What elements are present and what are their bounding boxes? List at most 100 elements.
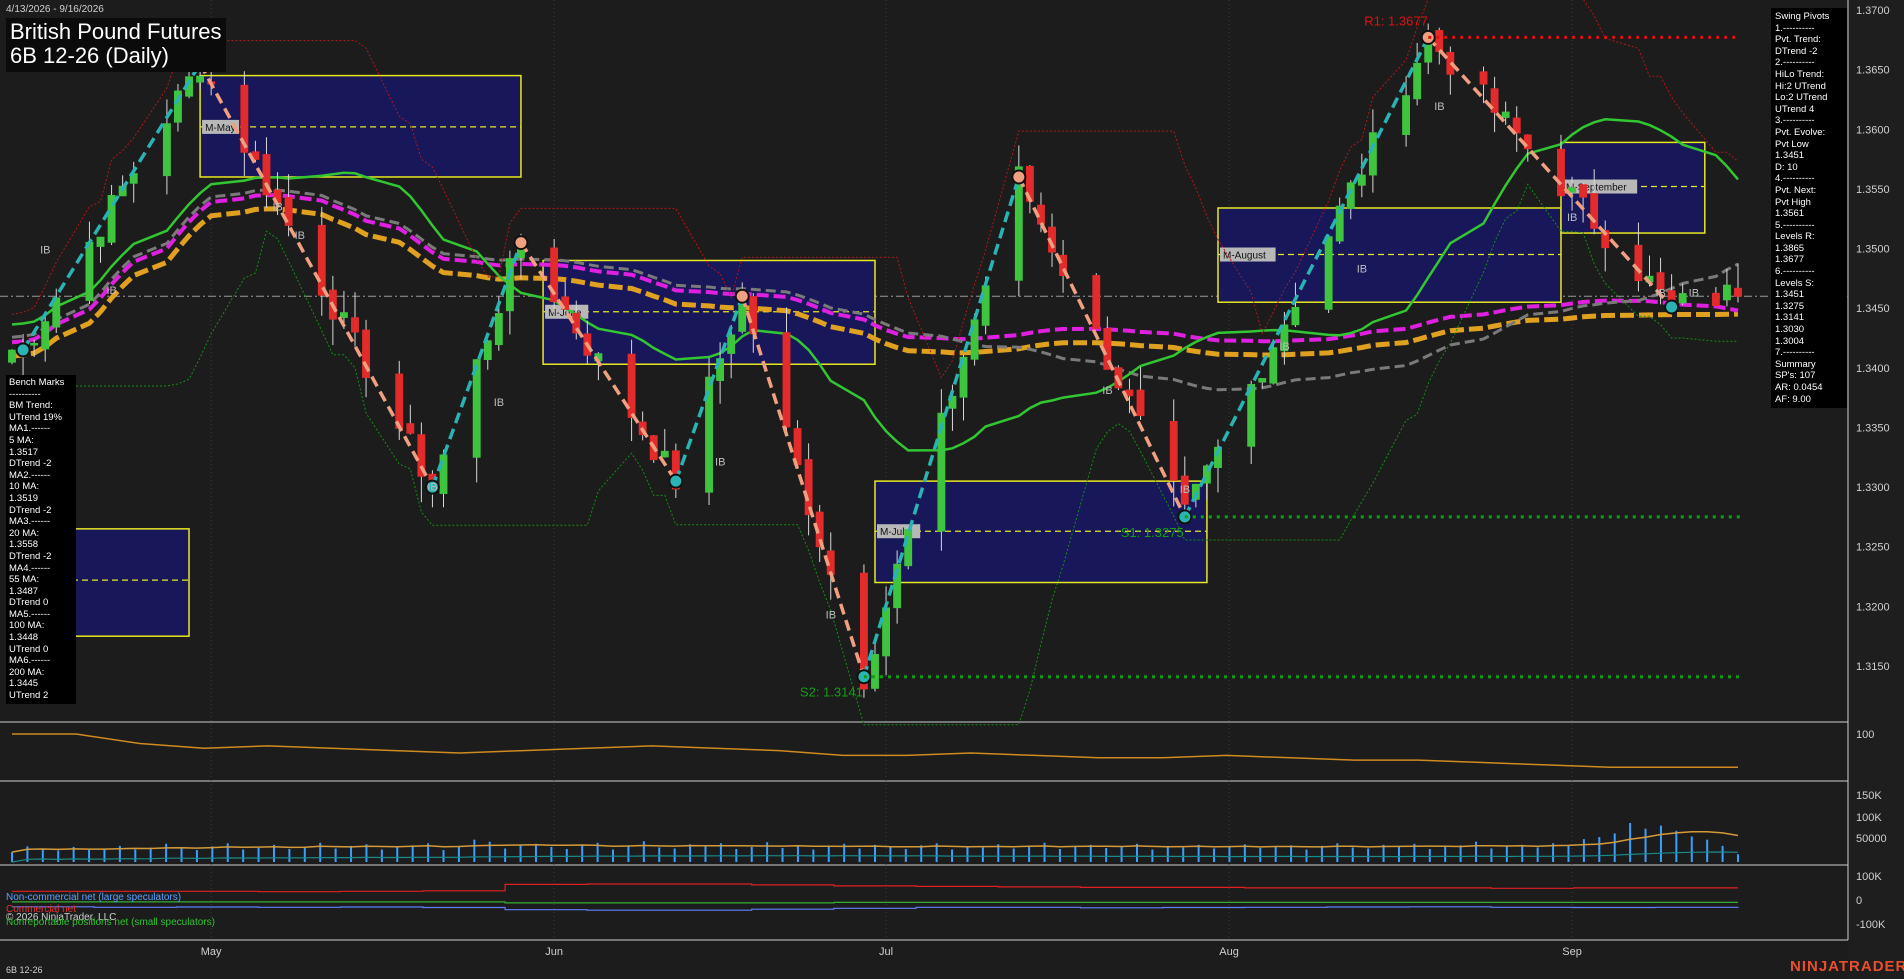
swing-pivots-line: UTrend 4 <box>1775 103 1815 115</box>
swing-pivots-panel: Swing Pivots 1.---------- Pvt. Trend: DTren… <box>1771 8 1847 409</box>
bull-candle <box>41 321 50 350</box>
volume-tick: 100K <box>1856 812 1882 824</box>
chart-title: British Pound Futures <box>10 19 222 44</box>
bench-marks-line: UTrend 2 <box>9 690 49 702</box>
volume-tick: 150K <box>1856 790 1882 802</box>
bench-marks-line: 10 MA: <box>9 481 40 493</box>
bench-marks-line: 20 MA: <box>9 527 40 539</box>
ib-marker: IB <box>1434 101 1444 113</box>
bull-candle <box>1258 378 1267 383</box>
swing-pivots-line: 1.3030 <box>1775 324 1805 336</box>
bench-marks-line: DTrend -2 <box>9 504 52 516</box>
y-tick-label: 1.3350 <box>1856 422 1890 434</box>
ib-marker: IB <box>272 201 282 213</box>
bear-candle <box>1169 421 1178 481</box>
ib-marker: IB <box>107 285 117 297</box>
bull-candle <box>1368 132 1377 176</box>
swing-pivots-line: Swing Pivots <box>1775 11 1830 22</box>
swing-pivots-line: 1.3451 <box>1775 289 1805 301</box>
bench-marks-line: 1.3517 <box>9 446 39 458</box>
swing-pivots-line: 3.---------- <box>1775 115 1815 127</box>
bull-candle <box>196 75 205 83</box>
ib-marker: IB <box>1357 263 1367 275</box>
bull-candle <box>8 349 16 363</box>
bull-candle <box>727 334 736 354</box>
bull-candle <box>904 529 913 567</box>
bench-marks-line: 1.3519 <box>9 492 39 504</box>
y-tick-label: 1.3450 <box>1856 303 1890 315</box>
ib-marker: IB <box>494 397 504 409</box>
legend-nonreportable: Nonreportable positions net (small specu… <box>6 917 215 928</box>
bench-marks-line: UTrend 0 <box>9 643 49 655</box>
bull-candle <box>1269 347 1278 384</box>
bench-marks-line: DTrend 0 <box>9 597 49 609</box>
bear-candle <box>1734 287 1742 297</box>
swing-pivots-line: 1.3865 <box>1775 242 1805 254</box>
ib-marker: IB <box>715 457 725 469</box>
monthly-box-label: M-May <box>205 123 236 134</box>
y-tick-label: 1.3400 <box>1856 363 1890 375</box>
swing-pivots-line: 1.---------- <box>1775 22 1815 34</box>
swing-pivots-line: HiLo Trend: <box>1775 68 1825 80</box>
price-chart[interactable]: M-MayM-JuneM-JulyM-AugustM-September R1:… <box>0 0 1904 979</box>
swing-pivots-line: 7.---------- <box>1775 347 1815 359</box>
bear-candle <box>395 373 404 429</box>
bench-marks-line: 1.3448 <box>9 632 39 644</box>
chart-subtitle: 6B 12-26 (Daily) <box>10 43 169 68</box>
bench-marks-line: 55 MA: <box>9 574 40 586</box>
swing-pivots-line: Lo:2 UTrend <box>1775 92 1828 104</box>
bull-candle <box>494 313 503 346</box>
bench-marks-line: 1.3487 <box>9 585 39 597</box>
bear-candle <box>351 317 359 333</box>
swing-pivots-line: Levels S: <box>1775 277 1815 289</box>
bear-candle <box>1579 184 1588 198</box>
date-range: 4/13/2026 - 9/16/2026 <box>6 4 104 15</box>
bench-marks-line: 1.3558 <box>9 539 39 551</box>
bench-marks-line: MA5.------ <box>9 608 51 620</box>
cot-tick: 0 <box>1856 895 1862 907</box>
bear-candle <box>1136 389 1145 417</box>
swing-pivots-line: 1.3677 <box>1775 254 1805 266</box>
swing-pivots-line: Summary <box>1775 358 1816 370</box>
cot-tick: -100K <box>1856 919 1886 931</box>
bear-candle <box>1435 30 1444 52</box>
ib-marker: IB <box>1180 484 1190 496</box>
bull-candle <box>30 343 39 346</box>
swing-high-marker <box>734 288 750 304</box>
oscillator-tick: 100 <box>1856 729 1874 741</box>
swing-pivots-line: AF: 9.00 <box>1775 393 1811 405</box>
bear-candle <box>782 332 791 428</box>
y-tick-label: 1.3150 <box>1856 661 1890 673</box>
y-tick-label: 1.3250 <box>1856 542 1890 554</box>
x-tick-label: Sep <box>1562 946 1582 958</box>
bull-candle <box>1501 111 1510 118</box>
bench-marks-line: Bench Marks <box>9 377 65 388</box>
swing-pivots-line: 6.---------- <box>1775 266 1815 278</box>
bull-candle <box>339 312 348 318</box>
x-tick-label: Jun <box>545 946 563 958</box>
bull-candle <box>505 258 514 312</box>
bench-marks-line: MA3.------ <box>9 516 51 528</box>
swing-low-marker <box>668 473 684 489</box>
x-tick-label: May <box>201 946 222 958</box>
x-tick-label: Aug <box>1219 946 1239 958</box>
swing-pivots-line: Pvt. Trend: <box>1775 34 1821 46</box>
bear-candle <box>317 224 326 296</box>
swing-pivots-line: 2.---------- <box>1775 57 1815 69</box>
ib-marker: IB <box>1567 212 1577 224</box>
bull-candle <box>1291 306 1300 326</box>
bench-marks-line: BM Trend: <box>9 400 53 412</box>
ib-marker: IB <box>1102 385 1112 397</box>
swing-pivots-line: Levels R: <box>1775 231 1815 243</box>
bear-candle <box>1092 275 1101 329</box>
ib-marker: IB <box>826 609 836 621</box>
bull-candle <box>882 607 891 657</box>
cot-tick: 100K <box>1856 871 1882 883</box>
level-label: S1: 1.3275 <box>1121 525 1184 540</box>
bench-marks-line: MA1.------ <box>9 423 51 435</box>
bull-candle <box>1678 293 1687 304</box>
bull-candle <box>1722 284 1731 301</box>
swing-pivots-line: DTrend -2 <box>1775 45 1818 57</box>
legend-noncommercial: Non-commercial net (large speculators) <box>6 892 182 903</box>
swing-high-marker <box>513 235 529 251</box>
